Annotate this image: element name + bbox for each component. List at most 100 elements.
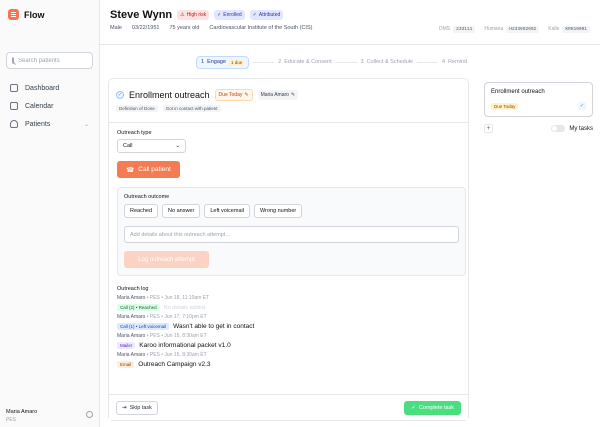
complete-task-button[interactable]: ✓ Complete task (404, 400, 461, 415)
my-tasks-toggle[interactable]: My tasks (551, 125, 593, 132)
log-text: Karoo informational packet v1.0 (139, 342, 231, 349)
add-task-icon[interactable]: + (484, 124, 493, 133)
toggle-label: My tasks (569, 125, 593, 132)
outreach-log-title: Outreach log (117, 286, 149, 292)
patient-age: 75 years old (169, 25, 200, 31)
id-value[interactable]: H233992992 (506, 26, 540, 33)
log-entry: Maria Amaro • PES • Jun 15, 8:30am ET Ma… (117, 333, 231, 349)
outcome-wrong-number[interactable]: Wrong number (253, 204, 303, 218)
id-kalle: Kalle KRH10001 (548, 26, 590, 33)
outreach-type-label: Outreach type (117, 130, 152, 136)
outcome-left-voicemail[interactable]: Left voicemail (204, 204, 250, 218)
call-patient-button[interactable]: ☎ Call patient (117, 161, 180, 178)
log-entry: Maria Amaro • PES • Jun 17, 7:10pm ET Ca… (117, 314, 255, 330)
task-check-icon[interactable]: ✓ (578, 102, 586, 110)
task-check-icon[interactable]: ✓ (116, 91, 124, 99)
sidebar-item-patients[interactable]: Patients ⌄ (0, 115, 99, 133)
complete-label: Complete task (418, 404, 454, 411)
search-input[interactable] (18, 57, 88, 64)
log-outreach-button[interactable]: Log outreach attempt (124, 251, 209, 268)
skip-task-button[interactable]: ⇥ Skip task (116, 400, 158, 415)
due-badge-label: Due Today (218, 92, 243, 98)
patient-header: Steve Wynn ⚠ High risk ✓ Enrolled ✓ Attribu… (100, 0, 600, 45)
user-role: PES (6, 417, 17, 423)
task-title: Enrollment outreach (129, 90, 210, 100)
calendar-icon (10, 102, 18, 110)
log-date: Jun 17, 7:10pm ET (164, 314, 207, 320)
log-author: Maria Amaro (117, 333, 146, 339)
current-user[interactable]: Maria Amaro PES (6, 409, 93, 423)
patient-dob: 03/22/1951 (131, 25, 160, 31)
task-list-card[interactable]: Enrollment outreach Due Today ✓ (484, 82, 593, 117)
log-role: PES (149, 352, 160, 358)
id-dms: DMS 233111 (439, 26, 476, 33)
chevron-down-icon[interactable]: ⌄ (84, 121, 89, 128)
edit-icon: ✎ (244, 92, 249, 98)
step-educate-consent[interactable]: 2 Educate & Consent (278, 59, 331, 65)
app-logo[interactable]: Flow (0, 0, 99, 29)
phone-icon: ☎ (126, 166, 135, 174)
outreach-type-select[interactable]: Call ⌄ (117, 139, 186, 153)
id-value[interactable]: 233111 (453, 26, 476, 33)
sidebar: Flow Dashboard Calendar Patients ⌄ Maria… (0, 0, 100, 427)
outcome-reached[interactable]: Reached (124, 204, 159, 218)
search-icon (12, 57, 14, 64)
definition-value: Got in contact with patient (162, 105, 221, 112)
outreach-details-input[interactable]: Add details about this outreach attempt.… (124, 226, 459, 243)
skip-label: Skip task (129, 404, 152, 411)
log-author: Maria Amaro (117, 295, 146, 301)
definition-label: Definition of Done (116, 105, 158, 112)
log-author: Maria Amaro (117, 314, 146, 320)
user-name: Maria Amaro (6, 409, 38, 415)
risk-badge: ⚠ High risk (177, 10, 210, 20)
chevron-down-icon: ⌄ (175, 143, 180, 149)
call-button-label: Call patient (138, 166, 171, 173)
log-entry: Maria Amaro • PES • Jun 18, 11:10am ET C… (117, 295, 210, 311)
step-number: 4 (441, 59, 446, 65)
patient-ids: DMS 233111 Humana H233992992 Kalle KRH10001 (439, 26, 590, 33)
sidebar-nav: Dashboard Calendar Patients ⌄ (0, 79, 99, 133)
id-value[interactable]: KRH10001 (562, 26, 590, 33)
sidebar-item-label: Dashboard (25, 84, 60, 92)
log-tag: Email (117, 361, 135, 368)
sidebar-item-calendar[interactable]: Calendar (0, 97, 99, 115)
attributed-badge-label: Attributed (258, 12, 281, 18)
step-collect-schedule[interactable]: 3 Collect & Schedule (361, 59, 414, 65)
id-label: DMS (439, 26, 451, 32)
patient-name: Steve Wynn (110, 9, 173, 21)
task-footer: ⇥ Skip task ✓ Complete task (109, 394, 468, 420)
sidebar-item-dashboard[interactable]: Dashboard (0, 79, 99, 97)
home-icon (10, 84, 18, 92)
log-date: Jun 15, 8:30am ET (164, 333, 207, 339)
due-badge[interactable]: Due Today ✎ (214, 89, 253, 101)
step-engage[interactable]: 1 Engage 1 due (196, 55, 250, 69)
step-remind[interactable]: 4 Remind (442, 59, 467, 65)
task-meta: Definition of Done Got in contact with p… (116, 105, 461, 112)
log-date: Jun 15, 8:30am ET (164, 352, 207, 358)
search-box[interactable] (6, 52, 93, 69)
log-tag: Call (1) • Left voicemail (117, 323, 170, 330)
patient-institute: Cardiovascular Institute of the South (C… (209, 25, 313, 31)
patient-sex: Male (110, 25, 122, 31)
task-list-title: Enrollment outreach (491, 89, 545, 95)
task-card: ✓ Enrollment outreach Due Today ✎ Maria A… (108, 78, 469, 421)
attributed-badge: ✓ Attributed (249, 10, 284, 20)
step-label: Engage (207, 59, 227, 65)
outcome-options: Reached No answer Left voicemail Wrong n… (124, 204, 459, 218)
assignee-badge[interactable]: Maria Amaro ✎ (257, 90, 299, 100)
outcome-no-answer[interactable]: No answer (162, 204, 201, 218)
toggle-switch[interactable] (551, 125, 566, 132)
edit-icon: ✎ (290, 92, 296, 98)
log-tag: Mailer (117, 342, 136, 349)
check-icon: ✓ (411, 404, 416, 411)
settings-icon[interactable] (86, 411, 93, 418)
log-text: Wasn't able to get in contact (173, 323, 255, 330)
task-list-due: Due Today (491, 102, 519, 110)
log-date: Jun 18, 11:10am ET (164, 295, 210, 301)
log-entry: Maria Amaro • PES • Jun 15, 8:30am ET Em… (117, 352, 211, 368)
step-label: Remind (448, 59, 467, 65)
outcome-label: Outreach outcome (124, 194, 170, 200)
log-text: Outreach Campaign v2.3 (138, 361, 211, 368)
risk-badge-label: High risk (186, 12, 207, 18)
check-icon: ✓ (252, 12, 257, 18)
